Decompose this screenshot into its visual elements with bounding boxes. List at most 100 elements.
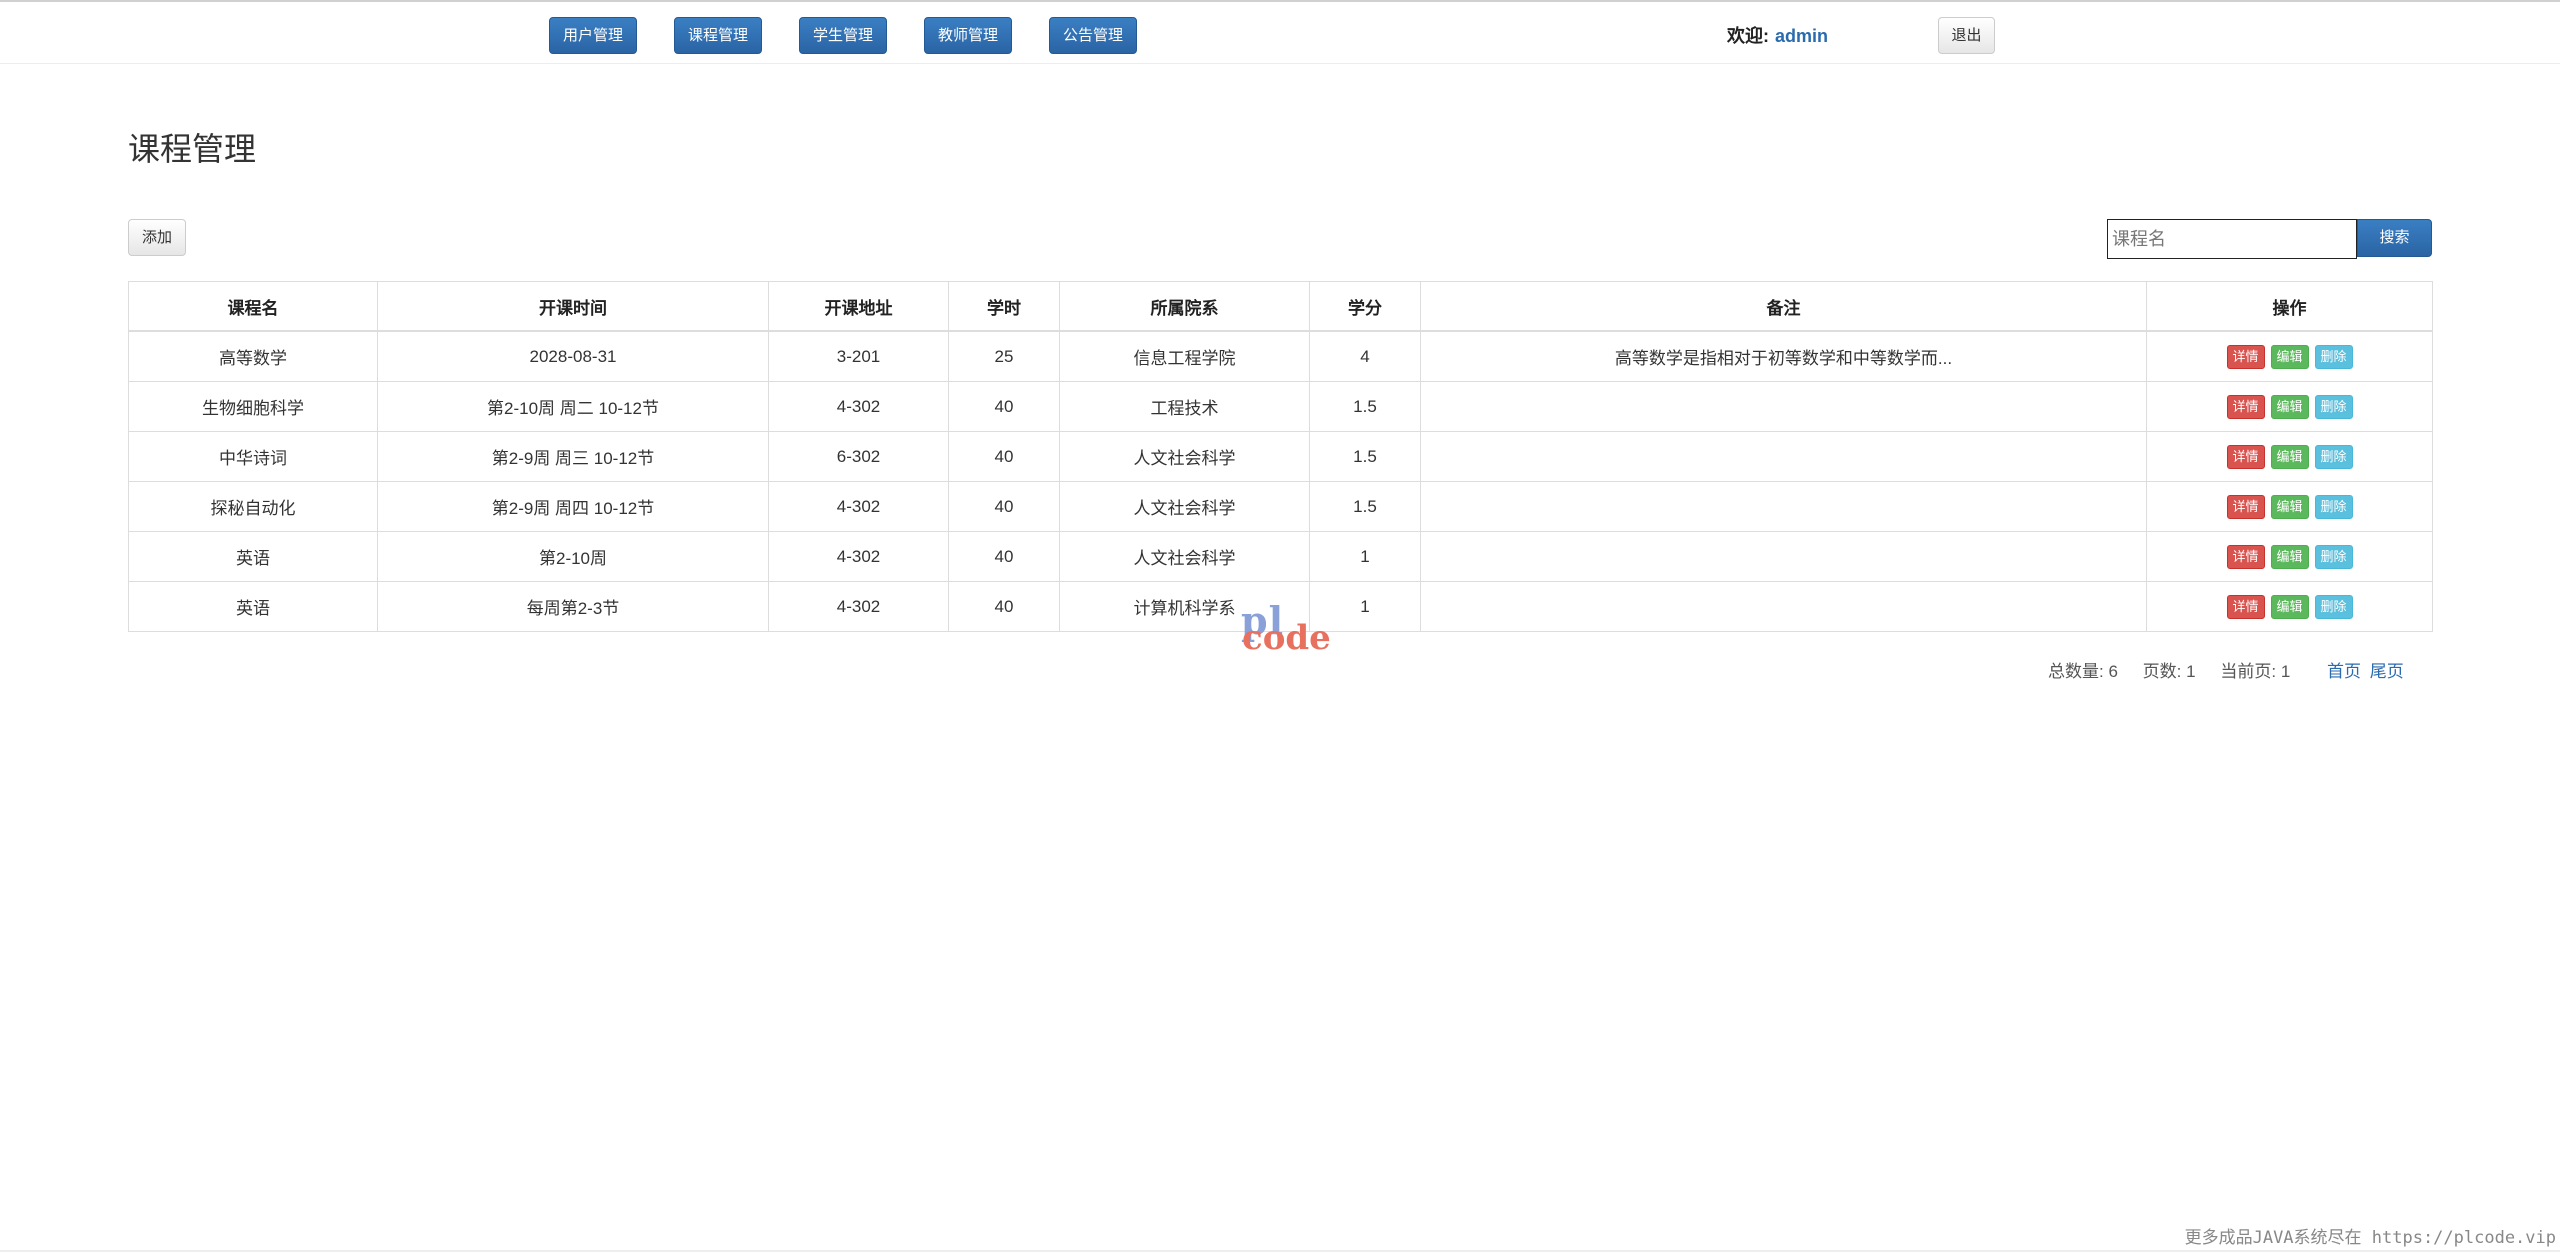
nav-user-management-button[interactable]: 用户管理 — [549, 17, 637, 54]
column-header-course-name[interactable]: 课程名 — [128, 281, 378, 332]
page-title: 课程管理 — [128, 131, 257, 167]
footer-promo-text: 更多成品JAVA系统尽在 https://plcode.vip — [2184, 1228, 2556, 1248]
edit-button[interactable]: 编辑 — [2270, 444, 2309, 469]
nav-student-management-button[interactable]: 学生管理 — [799, 17, 887, 54]
cell-address: 3-201 — [768, 330, 949, 382]
cell-remark — [1420, 581, 2147, 632]
edit-button[interactable]: 编辑 — [2270, 494, 2309, 519]
current-page-value: 1 — [2280, 662, 2291, 681]
cell-remark — [1420, 381, 2147, 432]
detail-button[interactable]: 详情 — [2226, 394, 2265, 419]
cell-actions: 详情 编辑 删除 — [2146, 581, 2433, 632]
cell-department: 人文社会科学 — [1059, 481, 1310, 532]
nav-teacher-management-button[interactable]: 教师管理 — [924, 17, 1012, 54]
welcome-label: 欢迎: — [1727, 26, 1769, 46]
cell-remark — [1420, 531, 2147, 582]
table-row: 中华诗词 第2-9周 周三 10-12节 6-302 40 人文社会科学 1.5 详情 编辑删… — [128, 431, 2433, 482]
current-username: admin — [1775, 26, 1829, 46]
cell-remark: 高等数学是指相对于初等数学和中等数学而... — [1420, 330, 2147, 382]
cell-actions: 详情 编辑 删除 — [2146, 381, 2433, 432]
cell-address: 4-302 — [768, 581, 949, 632]
top-navbar: 用户管理 课程管理 学生管理 教师管理 公告管理 欢迎: admin 退出 — [0, 0, 2560, 64]
cell-department: 信息工程学院 — [1059, 330, 1310, 382]
table-row: 高等数学 2028-08-31 3-201 25 信息工程学院 4 高等数学是指相对于初等数… — [128, 330, 2433, 382]
delete-button[interactable]: 删除 — [2314, 544, 2353, 569]
add-course-button[interactable]: 添加 — [128, 219, 186, 256]
cell-start-time: 第2-9周 周四 10-12节 — [377, 481, 769, 532]
total-count-label: 总数量: — [2048, 662, 2104, 681]
cell-start-time: 第2-10周 — [377, 531, 769, 582]
cell-department: 工程技术 — [1059, 381, 1310, 432]
column-header-start-time[interactable]: 开课时间 — [377, 281, 769, 332]
cell-hours: 40 — [948, 381, 1060, 432]
cell-course-name: 英语 — [128, 531, 378, 582]
cell-address: 6-302 — [768, 431, 949, 482]
cell-remark — [1420, 431, 2147, 482]
table-body: 高等数学 2028-08-31 3-201 25 信息工程学院 4 高等数学是指相对于初等数… — [128, 330, 2433, 632]
delete-button[interactable]: 删除 — [2314, 394, 2353, 419]
course-name-search-input[interactable] — [2107, 219, 2357, 259]
page-count-label: 页数: — [2142, 662, 2182, 681]
cell-hours: 40 — [948, 531, 1060, 582]
column-header-credit[interactable]: 学分 — [1309, 281, 1421, 332]
edit-button[interactable]: 编辑 — [2270, 544, 2309, 569]
table-row: 英语 第2-10周 4-302 40 人文社会科学 1 详情 编辑 删除 — [128, 531, 2433, 582]
pagination: 总数量: 6 页数: 1 当前页: 1 首页 尾页 — [2048, 657, 2404, 682]
cell-department: 人文社会科学 — [1059, 531, 1310, 582]
nav-announcement-management-button[interactable]: 公告管理 — [1049, 17, 1137, 54]
cell-start-time: 2028-08-31 — [377, 330, 769, 382]
delete-button[interactable]: 删除 — [2314, 594, 2353, 619]
cell-hours: 40 — [948, 431, 1060, 482]
cell-credit: 1.5 — [1309, 381, 1421, 432]
plcode-watermark-logo: pl code — [1238, 598, 1338, 658]
cell-actions: 详情 编辑 删除 — [2146, 481, 2433, 532]
cell-hours: 40 — [948, 481, 1060, 532]
cell-credit: 1 — [1309, 531, 1421, 582]
page-count-value: 1 — [2186, 662, 2196, 681]
last-page-link[interactable]: 尾页 — [2370, 662, 2404, 681]
cell-start-time: 第2-10周 周二 10-12节 — [377, 381, 769, 432]
edit-button[interactable]: 编辑 — [2270, 344, 2309, 369]
cell-course-name: 中华诗词 — [128, 431, 378, 482]
column-header-remark[interactable]: 备注 — [1420, 281, 2147, 332]
current-page-label: 当前页: — [2220, 662, 2277, 681]
detail-button[interactable]: 详情 — [2226, 344, 2265, 369]
column-header-actions: 操作 — [2146, 281, 2433, 332]
detail-button[interactable]: 详情 — [2226, 444, 2265, 469]
first-page-link[interactable]: 首页 — [2327, 662, 2361, 681]
total-count-value: 6 — [2108, 662, 2118, 681]
column-header-hours[interactable]: 学时 — [948, 281, 1060, 332]
cell-actions: 详情 编辑 删除 — [2146, 330, 2433, 382]
cell-credit: 1.5 — [1309, 481, 1421, 532]
cell-start-time: 第2-9周 周三 10-12节 — [377, 431, 769, 482]
cell-department: 人文社会科学 — [1059, 431, 1310, 482]
cell-course-name: 探秘自动化 — [128, 481, 378, 532]
cell-credit: 4 — [1309, 330, 1421, 382]
cell-credit: 1.5 — [1309, 431, 1421, 482]
search-button[interactable]: 搜索 — [2357, 219, 2432, 257]
detail-button[interactable]: 详情 — [2226, 544, 2265, 569]
cell-hours: 25 — [948, 330, 1060, 382]
column-header-department[interactable]: 所属院系 — [1059, 281, 1310, 332]
cell-address: 4-302 — [768, 481, 949, 532]
detail-button[interactable]: 详情 — [2226, 594, 2265, 619]
cell-address: 4-302 — [768, 531, 949, 582]
table-row: 探秘自动化 第2-9周 周四 10-12节 4-302 40 人文社会科学 1.5 详情 编辑… — [128, 481, 2433, 532]
delete-button[interactable]: 删除 — [2314, 444, 2353, 469]
edit-button[interactable]: 编辑 — [2270, 594, 2309, 619]
cell-address: 4-302 — [768, 381, 949, 432]
course-table: 课程名 开课时间 开课地址 学时 所属院系 学分 备注 操作 高等数学 2028-… — [128, 281, 2433, 632]
welcome-text: 欢迎: admin — [1727, 22, 1828, 48]
cell-course-name: 英语 — [128, 581, 378, 632]
table-row: 生物细胞科学 第2-10周 周二 10-12节 4-302 40 工程技术 1.5 详情 编辑… — [128, 381, 2433, 432]
delete-button[interactable]: 删除 — [2314, 494, 2353, 519]
edit-button[interactable]: 编辑 — [2270, 394, 2309, 419]
logout-button[interactable]: 退出 — [1938, 17, 1995, 54]
table-header-row: 课程名 开课时间 开课地址 学时 所属院系 学分 备注 操作 — [128, 281, 2433, 332]
cell-actions: 详情 编辑 删除 — [2146, 431, 2433, 482]
watermark-line2: code — [1242, 618, 1331, 658]
detail-button[interactable]: 详情 — [2226, 494, 2265, 519]
column-header-address[interactable]: 开课地址 — [768, 281, 949, 332]
nav-course-management-button[interactable]: 课程管理 — [674, 17, 762, 54]
delete-button[interactable]: 删除 — [2314, 344, 2353, 369]
